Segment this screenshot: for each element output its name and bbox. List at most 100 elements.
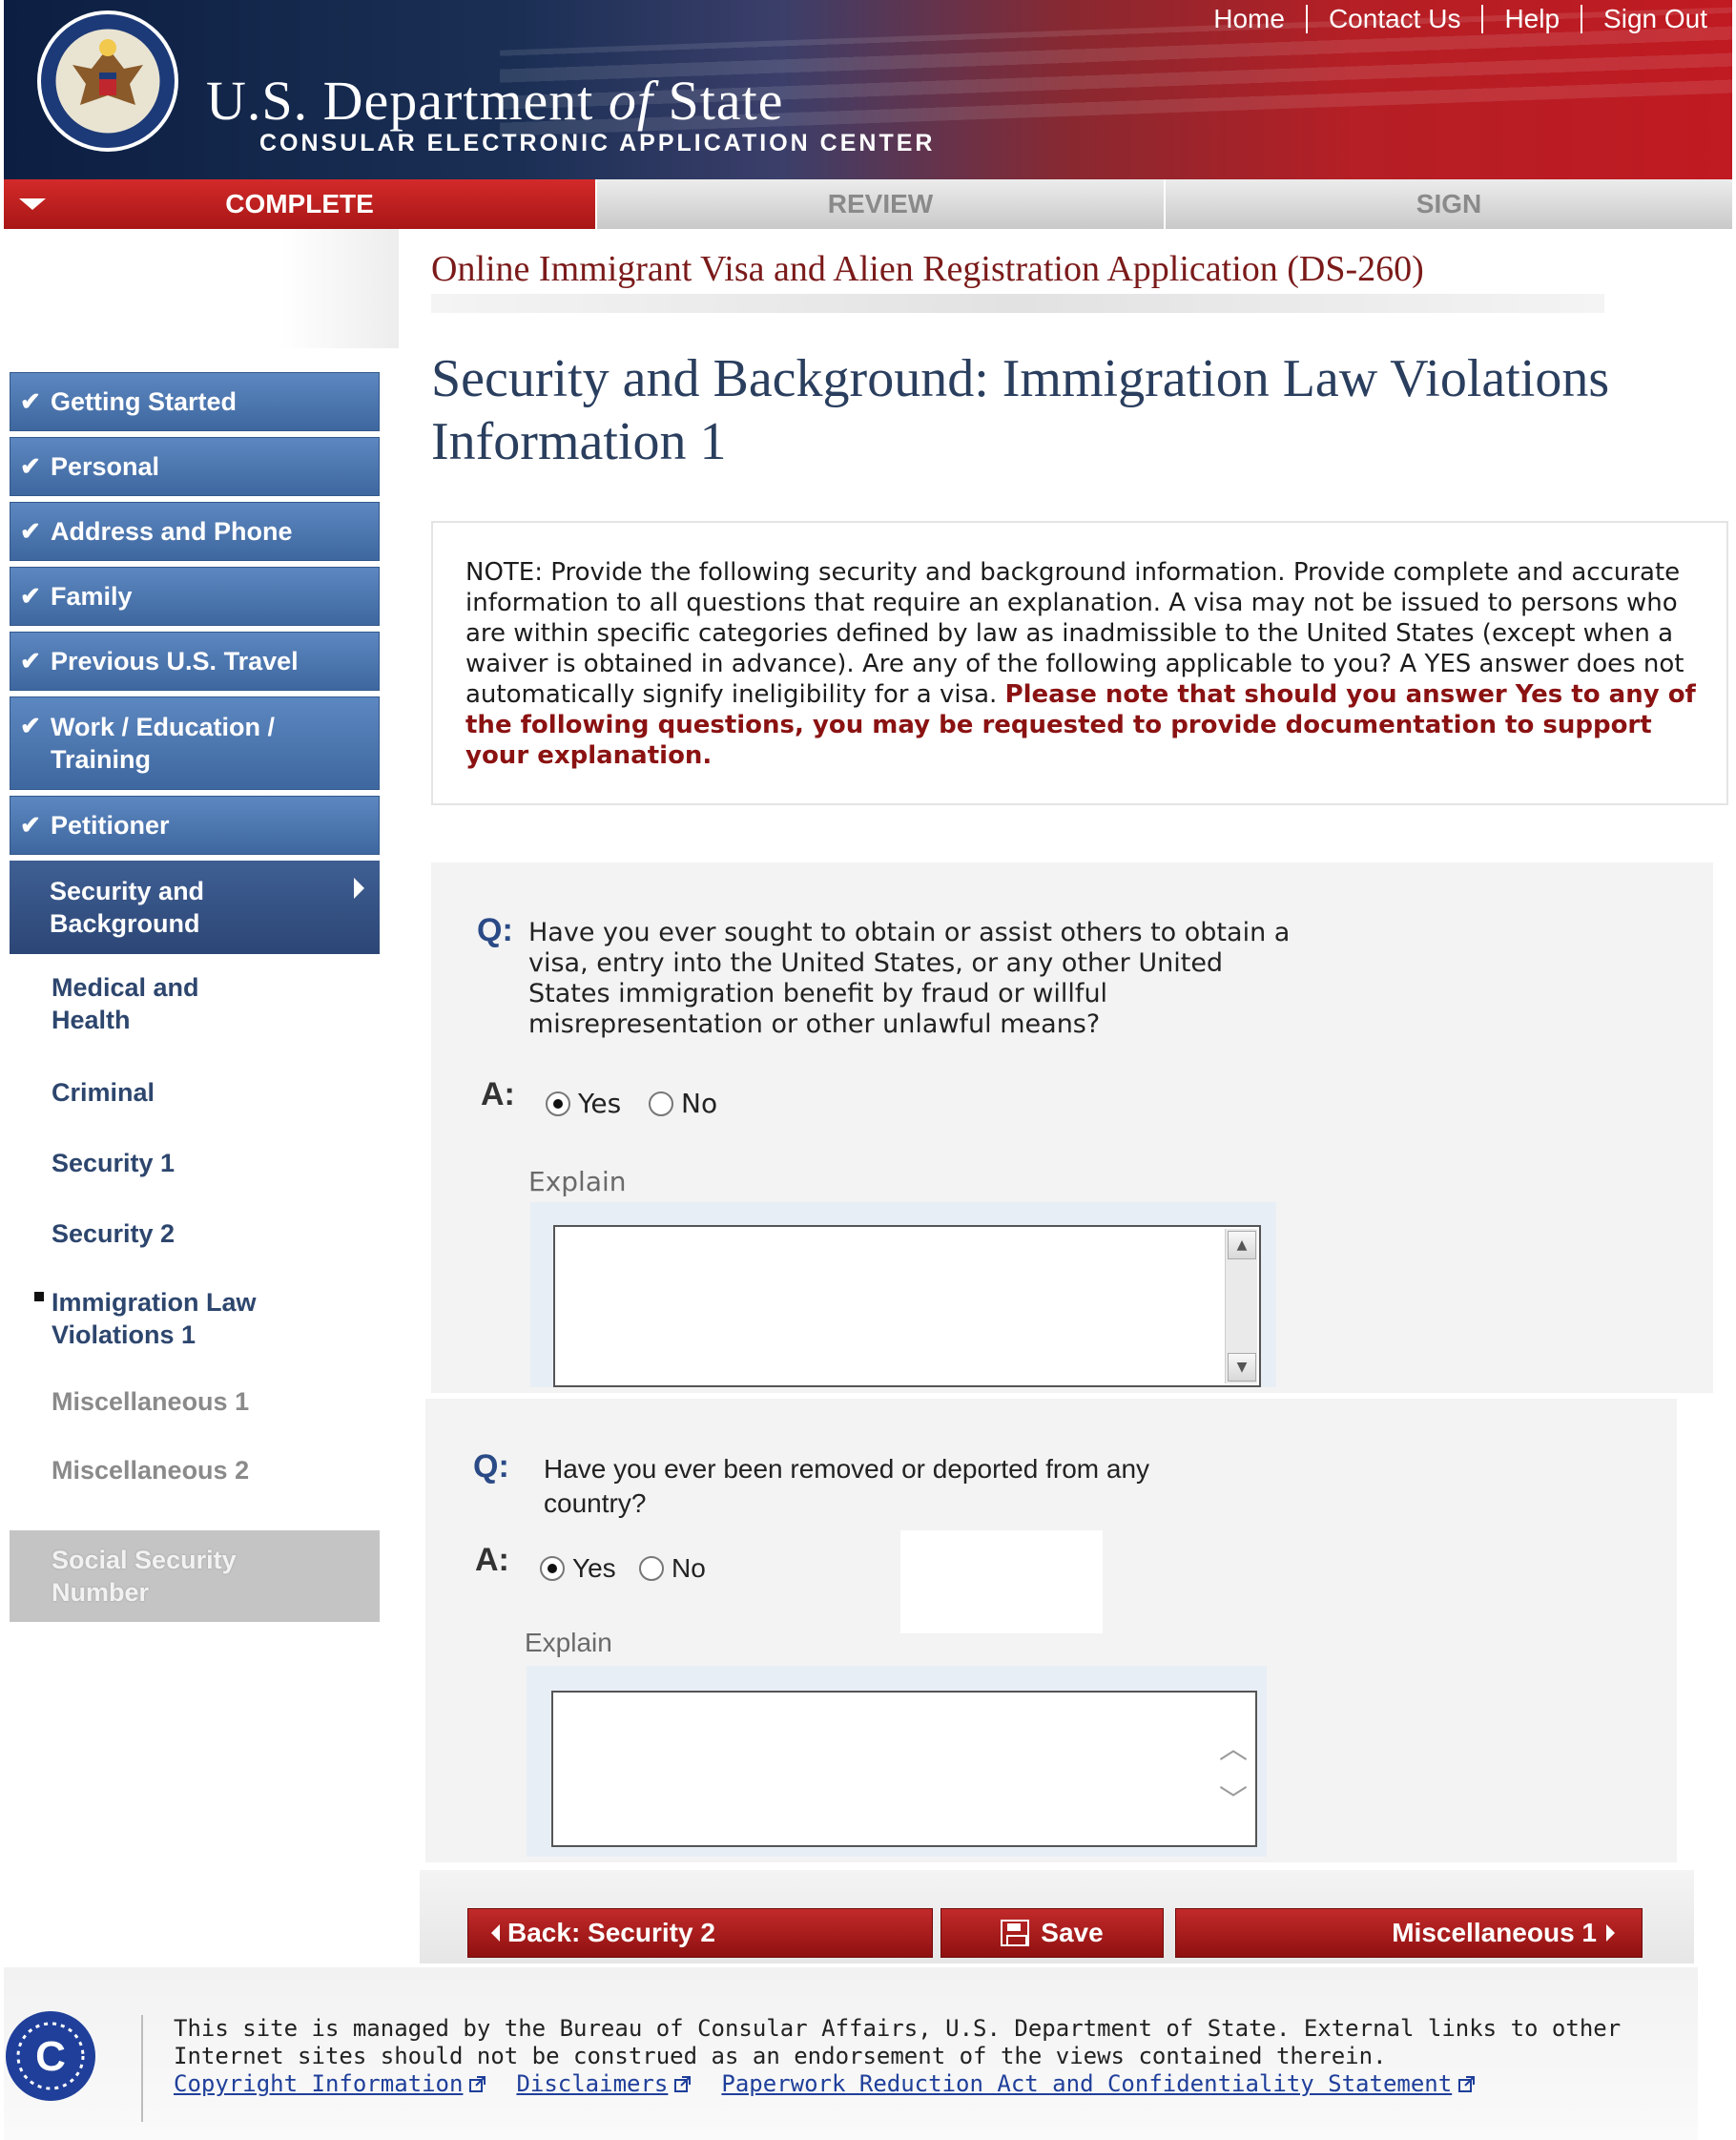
sidebar-item-security-and-background[interactable]: Security and Background <box>10 861 380 954</box>
question-1-text: Have you ever sought to obtain or assist… <box>528 918 1291 1039</box>
external-link-icon <box>1458 2076 1476 2092</box>
radio-selected-icon <box>546 1091 570 1116</box>
help-link[interactable]: Help <box>1481 5 1581 33</box>
link-label: Paperwork Reduction Act and Confidential… <box>721 2070 1453 2097</box>
sidebar-item-label: Getting Started <box>51 387 238 416</box>
sidebar-item-security-1[interactable]: Security 1 <box>10 1147 380 1181</box>
home-link[interactable]: Home <box>1192 5 1306 33</box>
q2-yes-label: Yes <box>572 1553 616 1583</box>
consular-affairs-logo-icon: C <box>6 2011 95 2101</box>
copyright-information-link[interactable]: Copyright Information <box>174 2070 487 2097</box>
scroll-up-icon[interactable]: ︿ <box>1219 1725 1248 1767</box>
sidebar-item-label: Security 2 <box>52 1219 176 1248</box>
sidebar-item-criminal[interactable]: Criminal <box>10 1076 380 1111</box>
radio-unselected-icon <box>639 1556 664 1581</box>
sign-out-link[interactable]: Sign Out <box>1581 5 1728 33</box>
sidebar-item-miscellaneous-2: Miscellaneous 2 <box>10 1454 380 1488</box>
paperwork-reduction-act-link[interactable]: Paperwork Reduction Act and Confidential… <box>721 2070 1477 2097</box>
save-button[interactable]: Save <box>940 1908 1164 1958</box>
sidebar-item-label: Work / Education / Training <box>51 713 276 774</box>
q1-scrollbar[interactable]: ▲ ▼ <box>1225 1229 1257 1383</box>
sidebar-item-personal[interactable]: ✔ Personal <box>10 437 380 496</box>
sidebar-item-label: Petitioner <box>51 811 170 840</box>
link-label: Disclaimers <box>516 2070 669 2097</box>
sidebar-item-label: Social Security Number <box>52 1546 237 1607</box>
q2-no-radio[interactable]: No <box>639 1553 706 1584</box>
q1-yes-label: Yes <box>578 1088 622 1119</box>
sidebar-item-label: Address and Phone <box>51 517 293 546</box>
next-button[interactable]: Miscellaneous 1 <box>1175 1908 1643 1958</box>
question-2-text: Have you ever been removed or deported f… <box>544 1454 1150 1518</box>
scroll-down-icon[interactable]: ﹀ <box>1219 1776 1248 1818</box>
q1-no-radio[interactable]: No <box>649 1088 717 1119</box>
progress-tabs: COMPLETE REVIEW SIGN <box>4 179 1732 229</box>
tab-sign-label: SIGN <box>1416 189 1482 218</box>
answer-label: A: <box>475 1542 509 1578</box>
scroll-up-icon[interactable]: ▲ <box>1228 1231 1256 1259</box>
site-header: Home Contact Us Help Sign Out U.S. Depar… <box>4 0 1732 179</box>
tab-sign[interactable]: SIGN <box>1164 179 1732 229</box>
q2-yes-radio[interactable]: Yes <box>540 1553 616 1584</box>
tab-complete-label: COMPLETE <box>225 189 374 218</box>
disclaimers-link[interactable]: Disclaimers <box>516 2070 692 2097</box>
title-of: of <box>608 70 654 132</box>
sidebar-item-previous-us-travel[interactable]: ✔ Previous U.S. Travel <box>10 632 380 691</box>
external-link-icon <box>469 2076 486 2092</box>
top-navigation: Home Contact Us Help Sign Out <box>1192 0 1728 38</box>
sidebar-item-medical-and-health[interactable]: Medical and Health <box>10 971 380 1038</box>
sidebar-item-label: Immigration Law Violations 1 <box>52 1288 257 1349</box>
sidebar-item-security-2[interactable]: Security 2 <box>10 1217 380 1252</box>
check-icon: ✔ <box>20 516 41 546</box>
q2-explain-label: Explain <box>525 1628 612 1657</box>
sidebar-item-label: Security 1 <box>52 1149 176 1177</box>
chevron-right-icon <box>354 878 364 899</box>
department-subtitle: CONSULAR ELECTRONIC APPLICATION CENTER <box>259 130 936 156</box>
back-button-label: Back: Security 2 <box>507 1918 715 1947</box>
q2-explain-textarea[interactable] <box>551 1691 1257 1847</box>
sidebar-item-family[interactable]: ✔ Family <box>10 567 380 626</box>
sidebar-item-address-and-phone[interactable]: ✔ Address and Phone <box>10 502 380 561</box>
q1-yes-radio[interactable]: Yes <box>546 1088 621 1119</box>
floppy-disk-icon <box>1001 1920 1030 1946</box>
back-button[interactable]: Back: Security 2 <box>467 1908 933 1958</box>
sidebar-item-getting-started[interactable]: ✔ Getting Started <box>10 372 380 431</box>
check-icon: ✔ <box>20 810 41 840</box>
application-title: Online Immigrant Visa and Alien Registra… <box>431 249 1424 289</box>
page-title: Security and Background: Immigration Law… <box>431 349 1610 471</box>
sidebar-item-label: Miscellaneous 1 <box>52 1387 250 1416</box>
title-state: State <box>653 70 784 132</box>
tab-review-label: REVIEW <box>827 189 934 218</box>
scroll-down-icon[interactable]: ▼ <box>1228 1353 1256 1382</box>
radio-unselected-icon <box>649 1091 673 1116</box>
next-button-label: Miscellaneous 1 <box>1392 1918 1597 1947</box>
check-icon: ✔ <box>20 386 41 416</box>
sidebar-item-social-security-number: Social Security Number <box>10 1530 380 1622</box>
footer-links: Copyright Information Disclaimers Paperw… <box>174 2070 1477 2097</box>
chevron-left-icon <box>491 1924 500 1942</box>
q1-no-label: No <box>681 1088 718 1119</box>
sidebar-item-immigration-law-violations-1[interactable]: Immigration Law Violations 1 <box>10 1286 380 1353</box>
external-link-icon <box>674 2076 692 2092</box>
check-icon: ✔ <box>20 451 41 481</box>
footer-text: This site is managed by the Bureau of Co… <box>174 2015 1622 2069</box>
sidebar-item-label: Miscellaneous 2 <box>52 1456 250 1485</box>
sidebar-item-label: Criminal <box>52 1078 155 1107</box>
tab-complete[interactable]: COMPLETE <box>4 179 595 229</box>
sidebar-item-petitioner[interactable]: ✔ Petitioner <box>10 796 380 855</box>
save-button-label: Save <box>1041 1918 1104 1947</box>
check-icon: ✔ <box>20 711 41 740</box>
contact-us-link[interactable]: Contact Us <box>1305 5 1482 33</box>
tab-review[interactable]: REVIEW <box>595 179 1164 229</box>
question-label: Q: <box>477 912 513 948</box>
sidebar-item-label: Security and Background <box>50 877 205 938</box>
radio-selected-icon <box>540 1556 565 1581</box>
blank-area <box>900 1530 1103 1633</box>
q1-explain-textarea[interactable] <box>553 1225 1261 1387</box>
sidebar-item-label: Family <box>51 582 133 611</box>
sidebar-item-miscellaneous-1: Miscellaneous 1 <box>10 1385 380 1420</box>
link-label: Copyright Information <box>174 2070 464 2097</box>
sidebar-item-work-education-training[interactable]: ✔ Work / Education / Training <box>10 696 380 790</box>
logo-letter: C <box>35 2033 66 2080</box>
current-page-marker-icon <box>34 1292 44 1301</box>
note-text: NOTE: Provide the following security and… <box>465 557 1705 771</box>
